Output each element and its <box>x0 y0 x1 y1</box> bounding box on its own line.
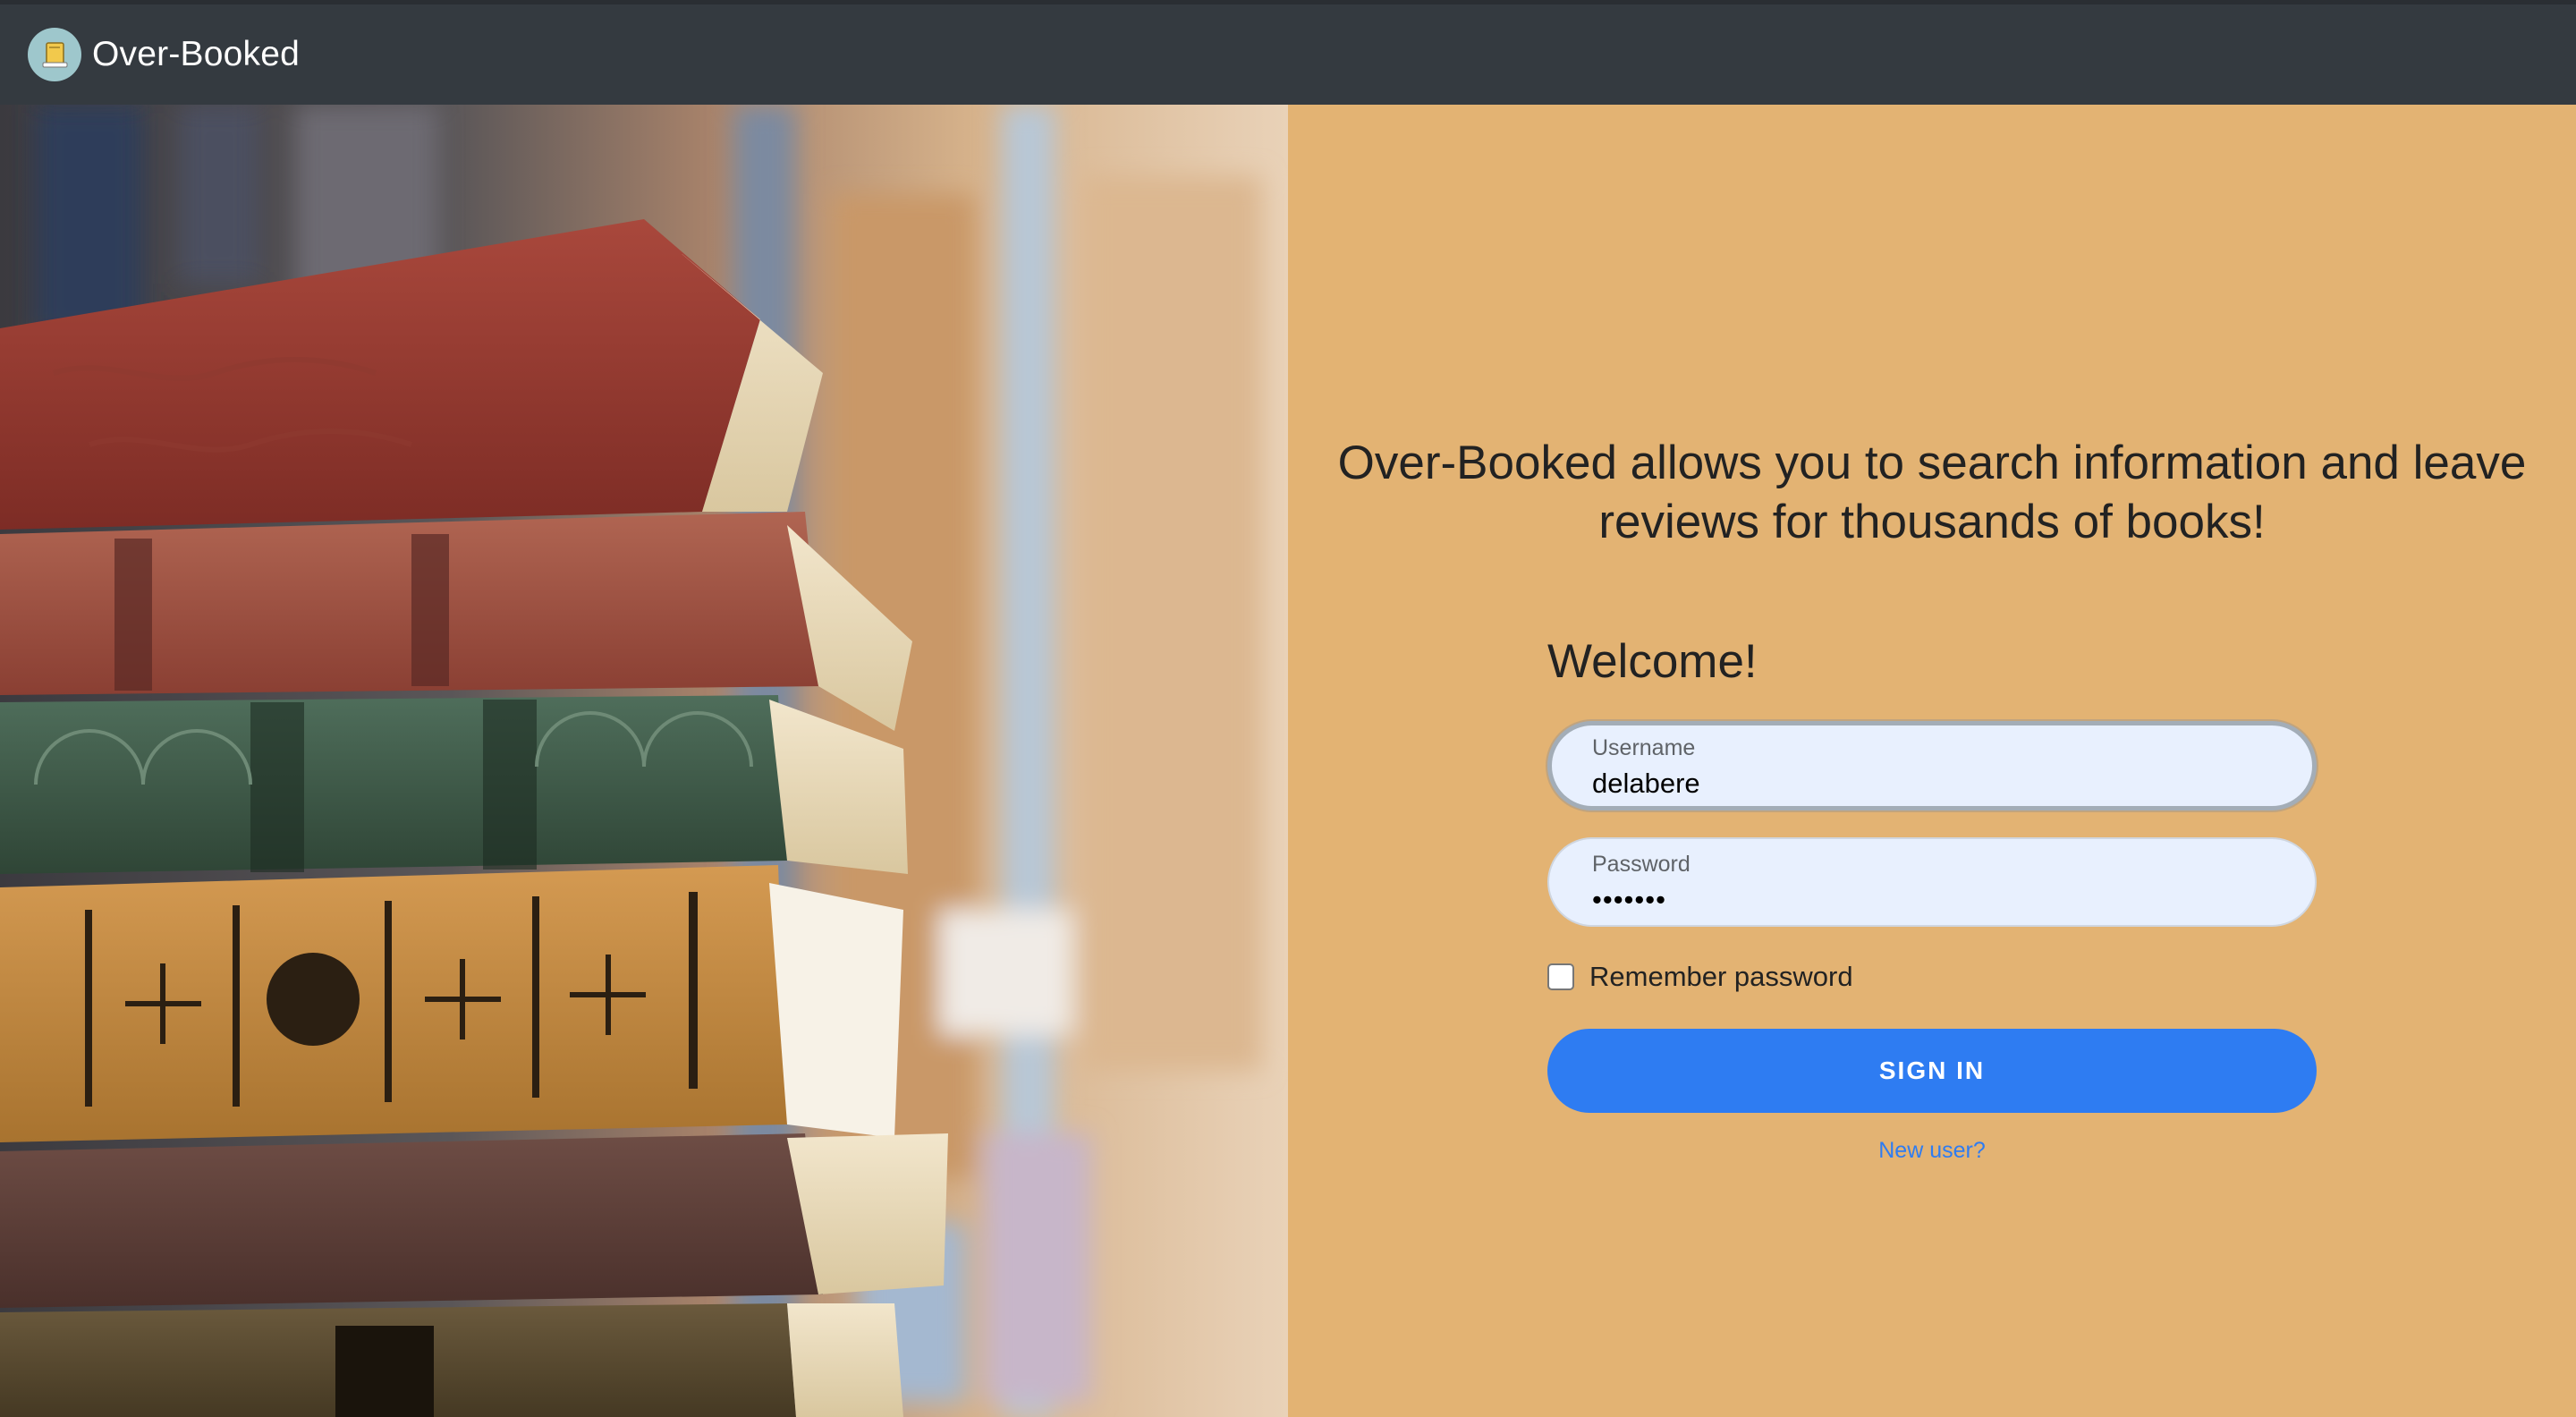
username-field[interactable]: Username <box>1547 721 2317 810</box>
sign-in-button[interactable]: SIGN IN <box>1547 1029 2317 1113</box>
brand-name: Over-Booked <box>92 35 300 73</box>
remember-label[interactable]: Remember password <box>1589 961 1853 993</box>
welcome-heading: Welcome! <box>1547 635 1758 688</box>
username-label: Username <box>1592 735 1696 760</box>
remember-row: Remember password <box>1547 961 2317 993</box>
navbar: Over-Booked <box>0 0 2576 105</box>
password-field[interactable]: Password ••••••• <box>1547 837 2317 927</box>
login-panel: Over-Booked allows you to search informa… <box>1288 105 2576 1417</box>
brand-link[interactable]: Over-Booked <box>28 28 300 81</box>
password-label: Password <box>1592 852 1690 877</box>
hero-image <box>0 105 1288 1417</box>
new-user-link[interactable]: New user? <box>1547 1138 2317 1164</box>
login-form: Welcome! Username Password ••••••• Remem… <box>1547 632 2317 1164</box>
tagline: Over-Booked allows you to search informa… <box>1337 437 2527 548</box>
stack-of-old-books-icon <box>0 105 1288 1417</box>
username-input[interactable] <box>1592 766 2272 802</box>
remember-checkbox[interactable] <box>1547 963 1574 990</box>
password-input[interactable]: ••••••• <box>1592 882 2272 918</box>
book-icon <box>28 28 81 81</box>
